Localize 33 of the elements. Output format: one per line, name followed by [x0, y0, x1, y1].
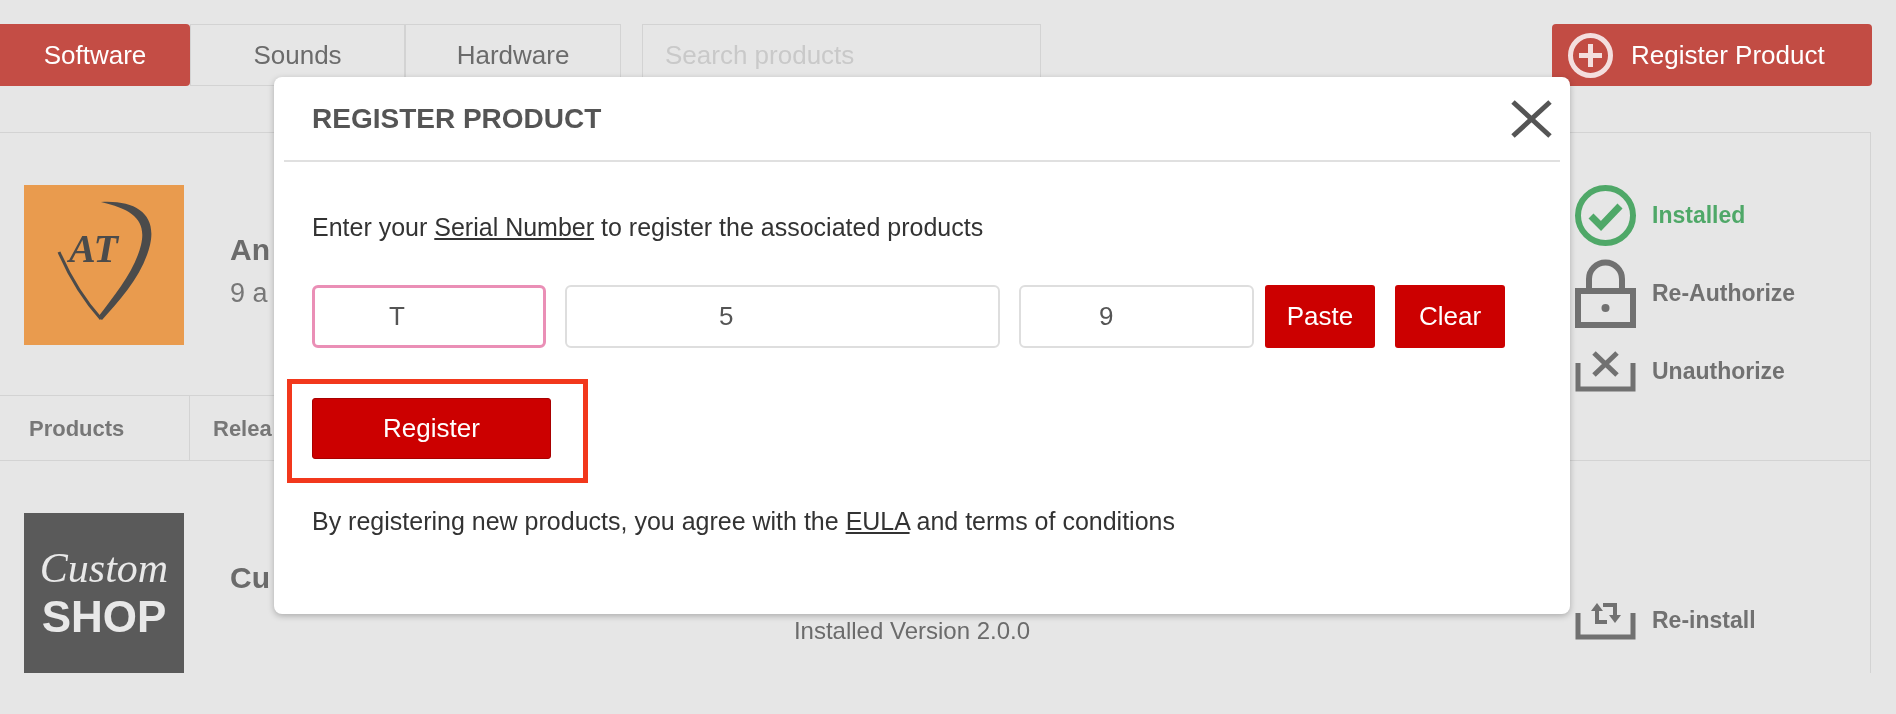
- eula-link[interactable]: EULA: [845, 507, 910, 535]
- action-button[interactable]: Unauthorize: [1575, 350, 1785, 392]
- action-button[interactable]: Re-Authorize: [1575, 258, 1796, 328]
- register-product-button[interactable]: Register Product: [1552, 24, 1872, 86]
- pick-icon: [57, 200, 154, 322]
- dialog-title: REGISTER PRODUCT: [312, 101, 602, 136]
- column-header: Relea: [212, 414, 272, 443]
- form-button[interactable]: Clear: [1395, 285, 1505, 348]
- serial-number-link[interactable]: Serial Number: [434, 213, 595, 241]
- register-button[interactable]: Register: [312, 398, 551, 459]
- tray-x-icon: [1575, 350, 1636, 392]
- column-header: Products: [0, 396, 190, 460]
- installed-status: Installed: [1652, 200, 1746, 230]
- product-title: An: [230, 232, 270, 268]
- agreement-text: By registering new products, you agree with the EULA and terms of conditions: [312, 506, 1175, 536]
- product-subtitle: 9 a: [230, 277, 268, 310]
- lock-icon: [1575, 258, 1636, 328]
- logo-text: Custom: [39, 547, 169, 589]
- category-tab[interactable]: Software: [0, 24, 190, 86]
- check-circle-icon: [1575, 184, 1636, 246]
- tray-arrows-icon: [1575, 600, 1636, 640]
- action-button[interactable]: Re-install: [1575, 600, 1756, 640]
- plus-circle-icon: [1568, 32, 1613, 78]
- logo-text: AT: [69, 229, 118, 269]
- serial-field[interactable]: T: [312, 285, 546, 348]
- version-text: Installed Version 2.0.0: [793, 617, 1031, 645]
- form-button[interactable]: Paste: [1265, 285, 1375, 348]
- serial-field[interactable]: 9: [1019, 285, 1254, 348]
- logo-text: SHOP: [41, 595, 167, 639]
- product-title: Cu: [230, 560, 270, 596]
- close-icon[interactable]: [1510, 98, 1553, 139]
- instruction-text: Enter your Serial Number to register the associated products: [312, 212, 984, 242]
- serial-field[interactable]: 5: [565, 285, 1000, 348]
